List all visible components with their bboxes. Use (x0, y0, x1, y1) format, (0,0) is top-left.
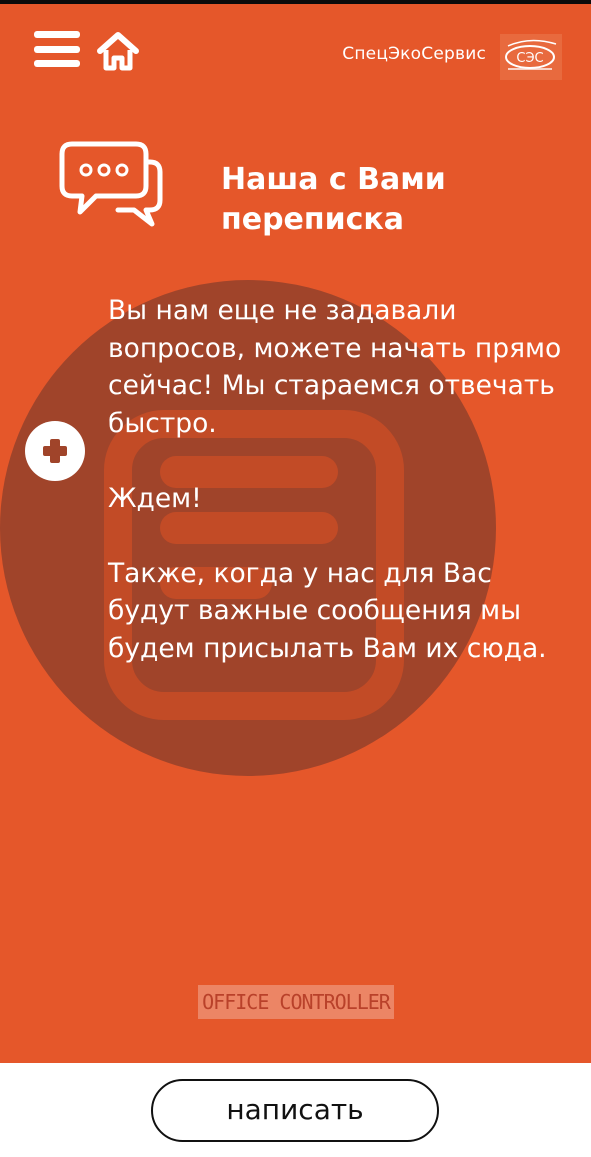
empty-conversation-message: Вы нам еще не задавали вопросов, можете … (108, 292, 578, 705)
page-title: Наша с Вами переписка (221, 160, 551, 240)
message-paragraph: Ждем! (108, 482, 202, 514)
menu-bar (34, 45, 80, 53)
hamburger-menu-icon[interactable] (34, 31, 80, 67)
logo-text: СЭС (516, 51, 543, 66)
write-message-button[interactable]: написать (151, 1079, 439, 1142)
brand-name: СпецЭкоСервис (342, 44, 486, 64)
chat-panel: СпецЭкоСервис СЭС Наша с Вами переписка … (0, 4, 591, 1063)
chat-bubbles-icon (59, 141, 163, 227)
message-paragraph: Также, когда у нас для Вас будут важные … (108, 557, 547, 664)
menu-bar (34, 60, 80, 67)
brand-logo: СЭС (500, 34, 562, 80)
message-paragraph: Вы нам еще не задавали вопросов, можете … (108, 295, 562, 439)
home-icon[interactable] (96, 30, 140, 72)
add-message-button[interactable] (25, 421, 85, 481)
screen: СпецЭкоСервис СЭС Наша с Вами переписка … (0, 0, 591, 1157)
page-title-line: переписка (221, 202, 405, 237)
page-title-line: Наша с Вами (221, 162, 446, 197)
watermark-label: OFFICE CONTROLLER (198, 985, 394, 1019)
menu-bar (34, 31, 80, 38)
